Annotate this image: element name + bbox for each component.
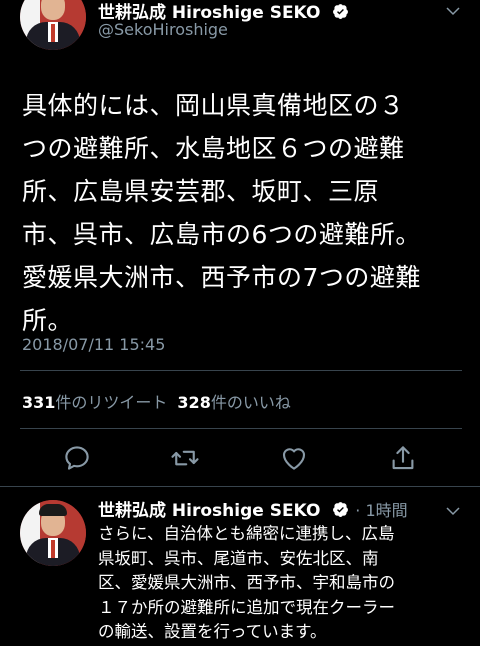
heart-icon[interactable] <box>279 443 309 473</box>
tweet-timestamp: 2018/07/11 15:45 <box>22 335 166 354</box>
like-label: 件のいいね <box>210 393 291 412</box>
tweet-text-line: つの避難所、水島地区６つの避難 <box>22 134 405 163</box>
author-handle[interactable]: @SekoHiroshige <box>98 20 228 39</box>
retweet-icon[interactable] <box>170 443 200 473</box>
tweet-text-line: 所、広島県安芸郡、坂町、三原 <box>22 177 380 206</box>
divider <box>20 428 462 429</box>
reply-author-name[interactable]: 世耕弘成 Hiroshige SEKO · 1時間 <box>98 496 408 521</box>
reply-text-line: 県坂町、呉市、尾道市、安佐北区、南 <box>98 548 379 568</box>
verified-badge-icon <box>333 502 349 517</box>
tweet-text: 具体的には、岡山県真備地区の３ つの避難所、水島地区６つの避難 所、広島県安芸郡… <box>22 84 470 342</box>
tweet-stats: 331件のリツイート 328件のいいね <box>22 389 291 413</box>
chevron-down-icon[interactable] <box>444 2 462 20</box>
divider <box>0 486 480 487</box>
like-stat[interactable]: 328件のいいね <box>177 393 290 412</box>
reply-text-line: さらに、自治体とも綿密に連携し、広島 <box>98 524 395 543</box>
reply-text-line: １７か所の避難所に追加で現在クーラー <box>98 597 395 617</box>
reply-text-line: の輸送、設置を行っています。 <box>98 622 327 641</box>
reply-time: · 1時間 <box>355 501 408 520</box>
retweet-stat[interactable]: 331件のリツイート <box>22 393 167 412</box>
reply-author-name-text: 世耕弘成 Hiroshige SEKO <box>98 501 321 521</box>
retweet-count: 331 <box>22 393 56 412</box>
like-count: 328 <box>177 393 211 412</box>
chevron-down-icon[interactable] <box>444 502 462 520</box>
share-icon[interactable] <box>388 443 418 473</box>
reply-icon[interactable] <box>62 443 92 473</box>
tweet-text-line: 愛媛県大洲市、西予市の7つの避難 <box>22 263 421 292</box>
author-avatar[interactable] <box>20 0 86 50</box>
retweet-label: 件のリツイート <box>55 393 168 412</box>
tweet-text-line: 具体的には、岡山県真備地区の３ <box>22 91 405 120</box>
verified-badge-icon <box>333 4 349 19</box>
reply-author-avatar[interactable] <box>20 500 86 566</box>
divider <box>20 370 462 371</box>
reply-text: さらに、自治体とも綿密に連携し、広島 県坂町、呉市、尾道市、安佐北区、南 区、愛… <box>98 522 458 645</box>
reply-text-line: 区、愛媛県大洲市、西予市、宇和島市の <box>98 573 395 592</box>
tweet-text-line: 市、呉市、広島市の6つの避難所。 <box>22 220 421 249</box>
